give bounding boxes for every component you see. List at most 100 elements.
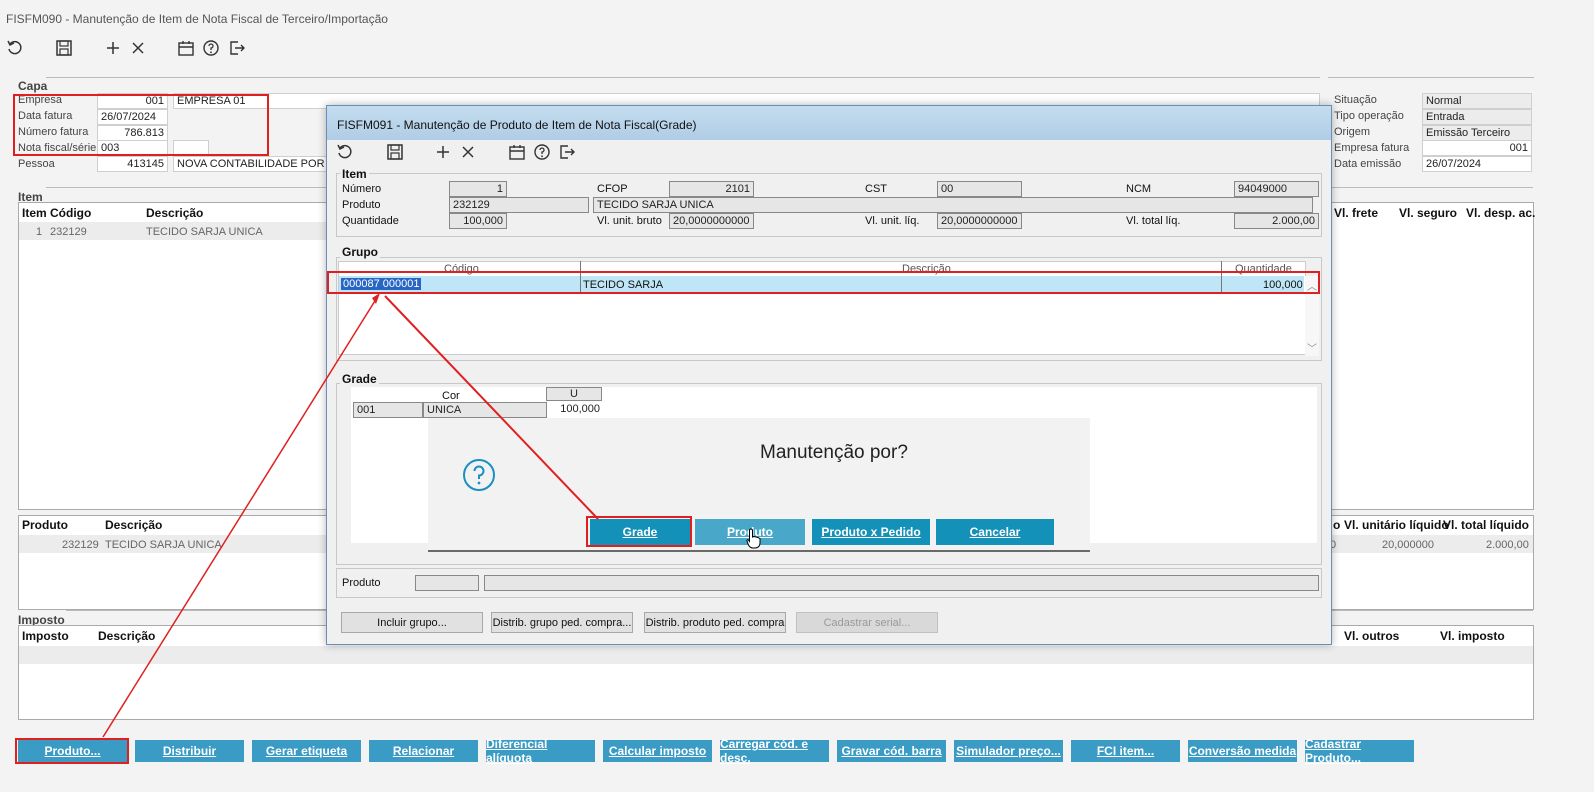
produto-footer-label: Produto — [342, 577, 381, 589]
cfop-field: 2101 — [669, 181, 754, 197]
delete-icon[interactable] — [458, 142, 478, 162]
capa-highlight-box — [13, 94, 269, 156]
vl-unit-bruto-field: 20,0000000000 — [669, 213, 754, 229]
add-icon[interactable] — [433, 142, 453, 162]
cadastrar-serial-button: Cadastrar serial... — [796, 612, 938, 633]
modal-title: FISFM091 - Manutenção de Produto de Item… — [337, 118, 697, 132]
calcular-imposto-button[interactable]: Calcular imposto — [603, 740, 712, 762]
undo-icon[interactable] — [5, 38, 25, 58]
diferencial-aliquota-button[interactable]: Diferencial alíquota — [486, 737, 595, 765]
grade-button-highlight — [586, 516, 692, 547]
grade-row-u[interactable]: 100,000 — [547, 402, 602, 418]
pessoa-code-field[interactable]: 413145 — [97, 156, 168, 172]
vl-unit-liq-field: 20,0000000000 — [937, 213, 1022, 229]
simulador-preco-button[interactable]: Simulador preço... — [954, 740, 1063, 762]
item-row-descricao: TECIDO SARJA UNICA — [146, 226, 263, 238]
numero-field: 1 — [449, 181, 507, 197]
produto-row-produto: 232129 — [62, 539, 99, 551]
table-row[interactable] — [19, 646, 1533, 664]
quantidade-field: 100,000 — [449, 213, 507, 229]
delete-icon[interactable] — [128, 38, 148, 58]
produto-button-highlight — [15, 738, 129, 764]
produto-row-vl-total: 2.000,00 — [1486, 539, 1529, 551]
produto-row-descricao: TECIDO SARJA UNICA — [105, 539, 222, 551]
question-icon — [462, 458, 496, 492]
item-col-vl-frete[interactable]: Vl. frete — [1334, 206, 1378, 220]
produto-field: 232129 — [449, 197, 589, 213]
vl-unit-bruto-label: Vl. unit. bruto — [597, 215, 662, 227]
grade-row-code: 001 — [353, 402, 423, 418]
item-row-codigo: 232129 — [50, 226, 87, 238]
produto-label: Produto — [342, 199, 381, 211]
situacao-field: Normal — [1422, 93, 1532, 109]
right-info-divider — [1328, 77, 1534, 78]
grade-col-u[interactable]: U — [546, 387, 602, 401]
carregar-cod-desc-button[interactable]: Carregar cód. e desc. — [720, 737, 829, 765]
grade-label: Grade — [340, 372, 379, 386]
distrib-produto-button[interactable]: Distrib. produto ped. compra — [644, 612, 786, 633]
help-icon[interactable] — [532, 142, 552, 162]
produto-footer-desc — [484, 575, 1319, 591]
distrib-grupo-button[interactable]: Distrib. grupo ped. compra... — [491, 612, 633, 633]
undo-icon[interactable] — [335, 142, 355, 162]
produto-footer-field — [415, 575, 479, 591]
add-icon[interactable] — [103, 38, 123, 58]
exit-icon[interactable] — [227, 38, 247, 58]
title-bar: FISFM090 - Manutenção de Item de Nota Fi… — [0, 0, 1594, 36]
ncm-field: 94049000 — [1234, 181, 1319, 197]
pessoa-name-field: NOVA CONTABILIDADE POR PO — [173, 156, 333, 172]
conversao-medida-button[interactable]: Conversão medida — [1188, 740, 1297, 762]
grade-row-cor: UNICA — [423, 402, 547, 418]
cfop-label: CFOP — [597, 183, 628, 195]
tipo-operacao-field: Entrada — [1422, 109, 1532, 125]
fci-item-button[interactable]: FCI item... — [1071, 740, 1180, 762]
calendar-icon[interactable] — [507, 142, 527, 162]
imposto-col-vl-outros[interactable]: Vl. outros — [1344, 629, 1399, 643]
imposto-col-imposto[interactable]: Imposto — [22, 629, 69, 643]
ncm-label: NCM — [1126, 183, 1152, 195]
cadastrar-produto-button[interactable]: Cadastrar Produto... — [1305, 737, 1414, 765]
dialog-question: Manutenção por? — [760, 442, 908, 463]
quantidade-label: Quantidade — [342, 215, 399, 227]
calendar-icon[interactable] — [176, 38, 196, 58]
item-col-item[interactable]: Item — [22, 206, 47, 220]
item-col-vl-desp[interactable]: Vl. desp. ac. — [1466, 206, 1535, 220]
save-icon[interactable] — [54, 38, 74, 58]
origem-field: Emissão Terceiro — [1422, 125, 1532, 141]
relacionar-button[interactable]: Relacionar — [369, 740, 478, 762]
scroll-down-icon[interactable]: ﹀ — [1307, 340, 1317, 355]
item-row-item: 1 — [36, 226, 43, 238]
origem-label: Origem — [1334, 126, 1371, 138]
imposto-col-descricao[interactable]: Descrição — [98, 629, 155, 643]
produto-col-produto[interactable]: Produto — [22, 518, 68, 532]
modal-window: FISFM091 - Manutenção de Produto de Item… — [326, 105, 1332, 645]
item-col-vl-seguro[interactable]: Vl. seguro — [1399, 206, 1457, 220]
produto-col-vl-unit[interactable]: Vl. unitário líquido — [1344, 518, 1449, 532]
cancelar-button[interactable]: Cancelar — [936, 519, 1054, 545]
modal-title-bar: FISFM091 - Manutenção de Produto de Item… — [327, 106, 1331, 140]
gravar-cod-barra-button[interactable]: Gravar cód. barra — [837, 740, 946, 762]
save-icon[interactable] — [385, 142, 405, 162]
produto-col-descricao[interactable]: Descrição — [105, 518, 162, 532]
produto-col-o[interactable]: o — [1333, 518, 1340, 532]
capa-label: Capa — [18, 79, 48, 93]
gerar-etiqueta-button[interactable]: Gerar etiqueta — [252, 740, 361, 762]
empresa-fatura-field[interactable]: 001 — [1422, 140, 1532, 156]
item-col-descricao[interactable]: Descrição — [146, 206, 203, 220]
produto-pedido-button[interactable]: Produto x Pedido — [812, 519, 930, 545]
data-emissao-label: Data emissão — [1334, 158, 1402, 170]
imposto-col-vl-imposto[interactable]: Vl. imposto — [1440, 629, 1505, 643]
produto-col-vl-total[interactable]: Vl. total líquido — [1443, 518, 1529, 532]
vl-unit-liq-label: Vl. unit. líq. — [865, 215, 920, 227]
data-emissao-field[interactable]: 26/07/2024 — [1422, 156, 1532, 172]
distribuir-button[interactable]: Distribuir — [135, 740, 244, 762]
incluir-grupo-button[interactable]: Incluir grupo... — [341, 612, 483, 633]
modal-item-label: Item — [340, 167, 369, 181]
item-col-codigo[interactable]: Código — [50, 206, 91, 220]
situacao-label: Situação — [1334, 94, 1377, 106]
produto-desc-field: TECIDO SARJA UNICA — [593, 197, 1313, 213]
numero-label: Número — [342, 183, 382, 195]
exit-icon[interactable] — [557, 142, 577, 162]
help-icon[interactable] — [201, 38, 221, 58]
grade-col-cor[interactable]: Cor — [442, 390, 460, 402]
